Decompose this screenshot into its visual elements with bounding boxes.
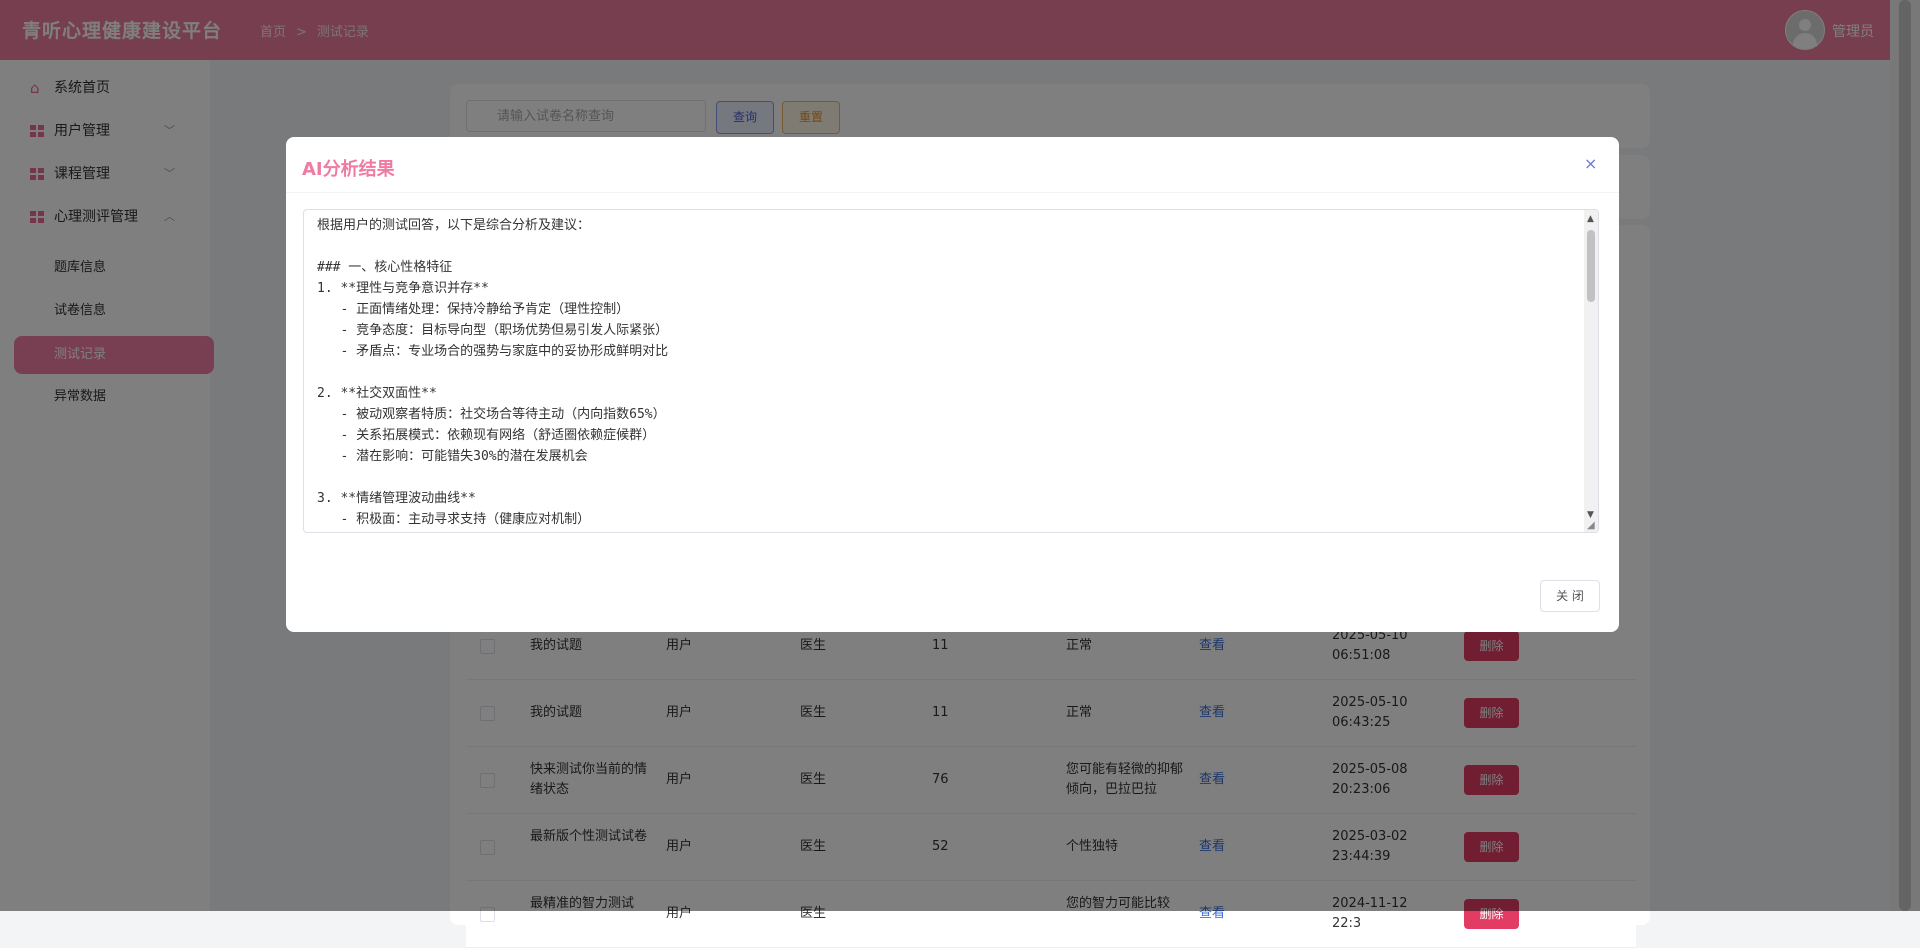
ai-result-dialog: AI分析结果 × 根据用户的测试回答，以下是综合分析及建议： ### 一、核心性… bbox=[286, 137, 1619, 632]
analysis-textarea[interactable]: 根据用户的测试回答，以下是综合分析及建议： ### 一、核心性格特征 1. **… bbox=[303, 209, 1599, 533]
resize-handle-icon[interactable]: ◢ bbox=[1587, 520, 1595, 531]
scroll-down-arrow-icon[interactable]: ▼ bbox=[1587, 510, 1594, 520]
close-button[interactable]: 关 闭 bbox=[1540, 580, 1600, 612]
dialog-title: AI分析结果 bbox=[302, 159, 395, 180]
scroll-up-arrow-icon[interactable]: ▲ bbox=[1587, 214, 1594, 224]
scrollbar-thumb[interactable] bbox=[1587, 230, 1595, 302]
dialog-divider bbox=[286, 192, 1619, 193]
analysis-text: 根据用户的测试回答，以下是综合分析及建议： ### 一、核心性格特征 1. **… bbox=[317, 218, 669, 527]
textarea-scrollbar[interactable]: ▲ ▼ bbox=[1584, 210, 1598, 532]
close-icon[interactable]: × bbox=[1584, 154, 1597, 173]
